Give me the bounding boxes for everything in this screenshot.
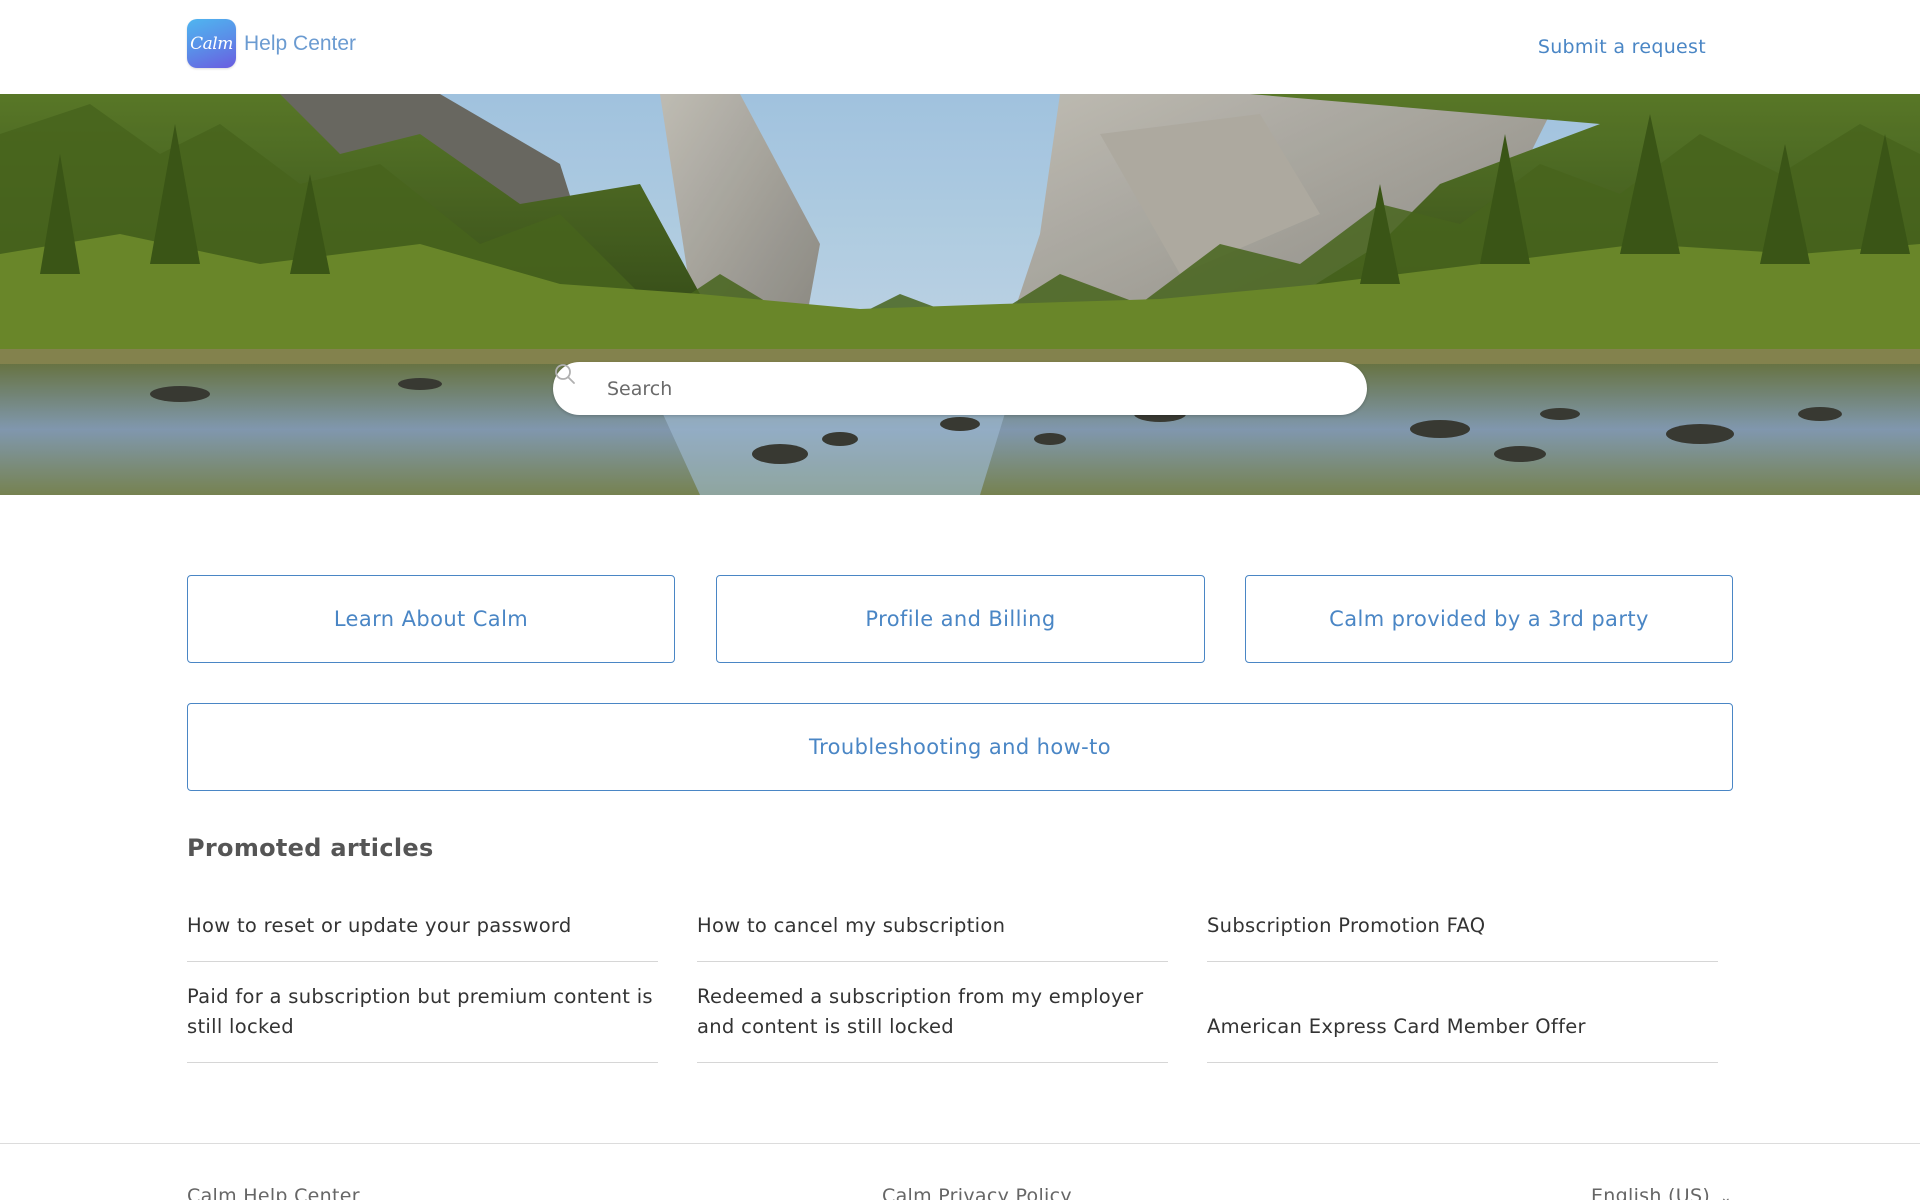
promoted-article-link[interactable]: American Express Card Member Offer [1207,980,1718,1063]
promoted-articles-title: Promoted articles [187,834,434,862]
category-calm-provided-by-3rd-party[interactable]: Calm provided by a 3rd party [1245,575,1733,663]
calm-logo-icon: Calm [187,19,236,68]
promoted-article-link[interactable]: How to cancel my subscription [697,906,1168,962]
promoted-article-link[interactable]: How to reset or update your password [187,906,658,962]
promoted-article-link[interactable]: Subscription Promotion FAQ [1207,906,1718,962]
footer-help-center-link[interactable]: Calm Help Center [187,1185,360,1200]
promoted-article-link[interactable]: Redeemed a subscription from my employer… [697,980,1168,1063]
search-bar[interactable] [553,362,1367,415]
language-label: English (US) [1591,1185,1711,1200]
category-troubleshooting-and-how-to[interactable]: Troubleshooting and how-to [187,703,1733,791]
promoted-article-link[interactable]: Paid for a subscription but premium cont… [187,980,658,1063]
submit-request-link[interactable]: Submit a request [1538,36,1706,58]
footer-divider [0,1143,1920,1144]
chevron-down-icon: ⌄ [1720,1190,1733,1200]
footer-privacy-policy-link[interactable]: Calm Privacy Policy [882,1185,1072,1200]
language-selector[interactable]: English (US) ⌄ [1591,1185,1732,1200]
logo-link[interactable]: Calm Help Center [187,19,356,68]
logo-text: Help Center [244,31,357,55]
search-icon [555,364,575,384]
hero-banner [0,94,1920,495]
landscape-hero-image [0,94,1920,495]
site-header: Calm Help Center Submit a request [0,0,1920,94]
category-profile-and-billing[interactable]: Profile and Billing [716,575,1205,663]
search-input[interactable] [607,362,1347,415]
category-learn-about-calm[interactable]: Learn About Calm [187,575,675,663]
